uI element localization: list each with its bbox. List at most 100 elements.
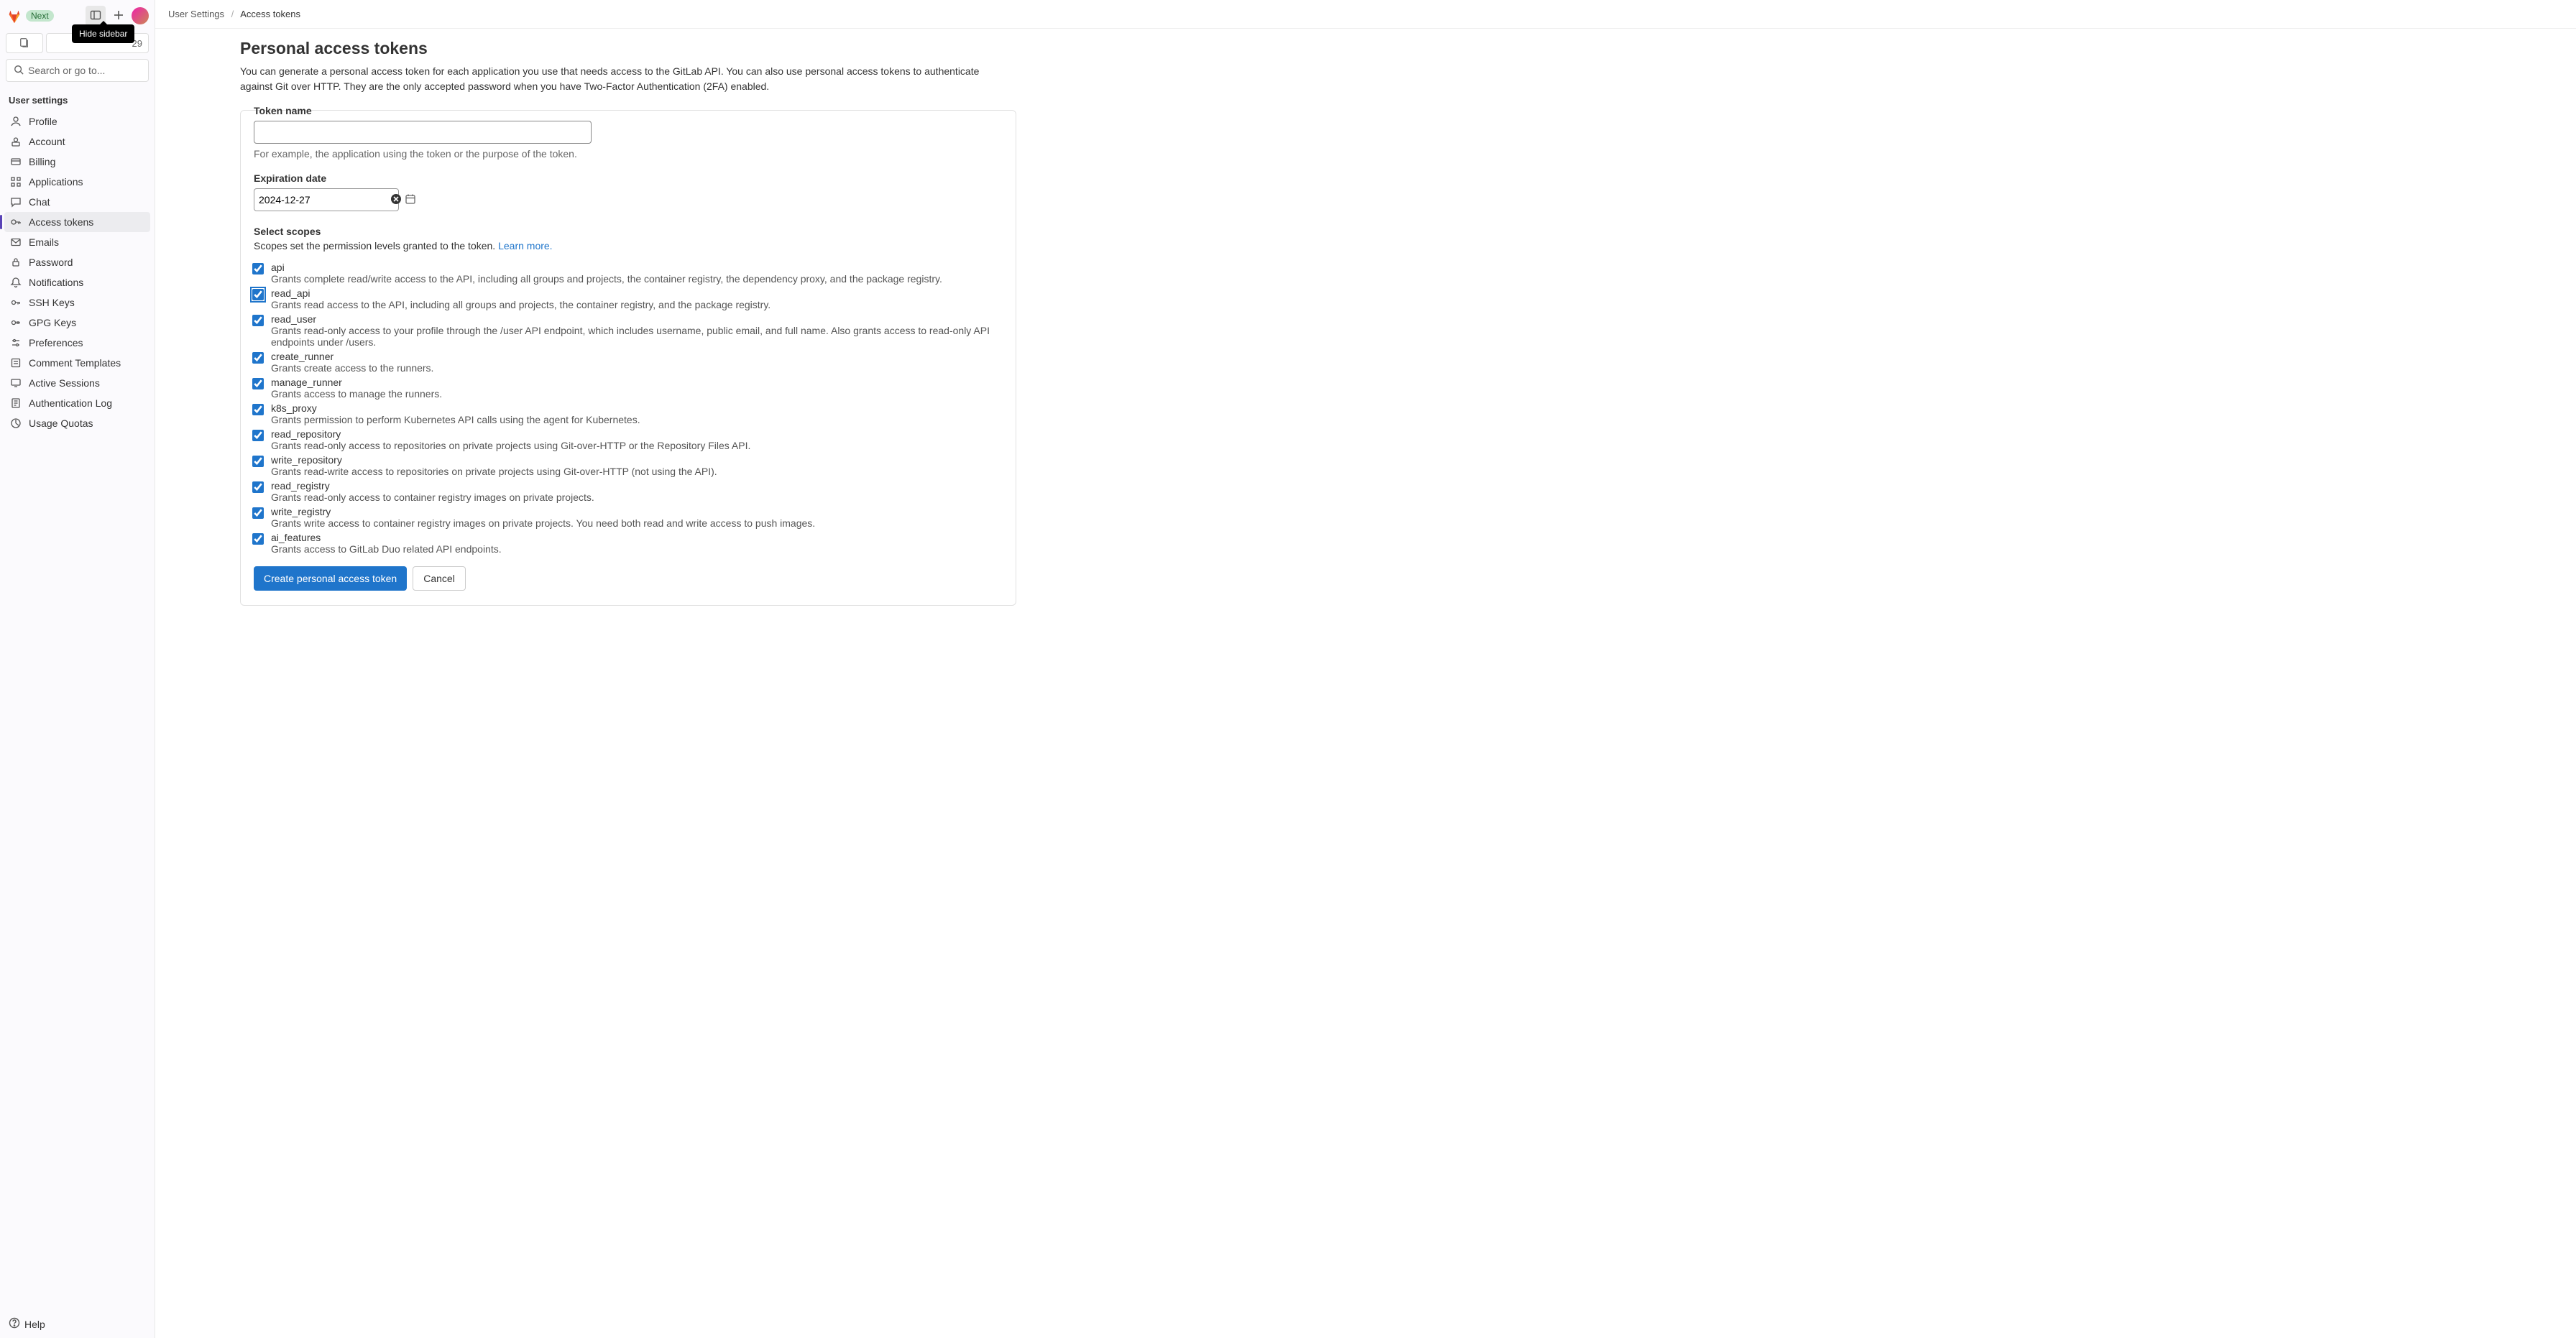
scope-name: k8s_proxy	[271, 402, 1003, 414]
billing-icon	[10, 156, 22, 167]
help-icon	[9, 1317, 20, 1331]
search-button[interactable]: Search or go to...	[6, 59, 149, 82]
sidebar-item-ssh-keys[interactable]: SSH Keys	[4, 292, 150, 313]
page-description: You can generate a personal access token…	[240, 64, 1002, 94]
breadcrumb-separator: /	[231, 9, 234, 19]
scope-name: api	[271, 262, 1003, 273]
sidebar-item-label: Authentication Log	[29, 397, 112, 409]
scope-row-read_user: read_userGrants read-only access to your…	[252, 313, 1003, 348]
sidebar-item-emails[interactable]: Emails	[4, 232, 150, 252]
profile-icon	[10, 116, 22, 127]
sidebar-item-label: GPG Keys	[29, 317, 76, 328]
issues-icon	[19, 37, 29, 50]
new-button[interactable]	[109, 6, 129, 26]
scope-description: Grants write access to container registr…	[271, 517, 1003, 529]
scope-description: Grants read access to the API, including…	[271, 299, 1003, 310]
scope-checkbox-write_repository[interactable]	[252, 456, 264, 467]
scope-checkbox-api[interactable]	[252, 263, 264, 274]
sidebar-item-profile[interactable]: Profile	[4, 111, 150, 132]
sidebar-item-billing[interactable]: Billing	[4, 152, 150, 172]
scope-checkbox-read_api[interactable]	[252, 289, 264, 300]
gpgkeys-icon	[10, 317, 22, 328]
sidebar-item-label: Chat	[29, 196, 50, 208]
issues-shortcut[interactable]	[6, 33, 43, 53]
expiration-date-input[interactable]	[259, 189, 389, 211]
hide-sidebar-tooltip: Hide sidebar	[72, 24, 134, 43]
scope-checkbox-create_runner[interactable]	[252, 352, 264, 364]
sidebar-item-password[interactable]: Password	[4, 252, 150, 272]
scope-description: Grants create access to the runners.	[271, 362, 1003, 374]
sidebar-section-title: User settings	[0, 91, 155, 111]
sidebar-item-applications[interactable]: Applications	[4, 172, 150, 192]
plus-icon	[113, 9, 124, 23]
sidebar-item-label: Profile	[29, 116, 58, 127]
token-icon	[10, 216, 22, 228]
clear-date-button[interactable]	[389, 192, 403, 208]
sidebar-item-label: Password	[29, 257, 73, 268]
breadcrumb-current: Access tokens	[240, 9, 300, 19]
scope-name: read_user	[271, 313, 1003, 325]
expiration-date-wrapper	[254, 188, 399, 211]
scope-description: Grants read-only access to your profile …	[271, 325, 1003, 348]
breadcrumbs: User Settings / Access tokens	[155, 0, 2576, 29]
token-name-input[interactable]	[254, 121, 592, 144]
scope-name: manage_runner	[271, 377, 1003, 388]
scope-description: Grants access to manage the runners.	[271, 388, 1003, 400]
sidebar-item-label: Notifications	[29, 277, 83, 288]
scope-checkbox-read_registry[interactable]	[252, 481, 264, 493]
scope-row-k8s_proxy: k8s_proxyGrants permission to perform Ku…	[252, 402, 1003, 425]
sidebar-item-usage-quotas[interactable]: Usage Quotas	[4, 413, 150, 433]
scope-row-manage_runner: manage_runnerGrants access to manage the…	[252, 377, 1003, 400]
sidebar-item-label: Applications	[29, 176, 83, 188]
user-avatar[interactable]	[132, 7, 149, 24]
scopes-subtext-wrap: Scopes set the permission levels granted…	[254, 240, 1003, 252]
sidebar-item-gpg-keys[interactable]: GPG Keys	[4, 313, 150, 333]
password-icon	[10, 257, 22, 268]
sidebar-item-label: Comment Templates	[29, 357, 121, 369]
notifications-icon	[10, 277, 22, 288]
sidebar-item-notifications[interactable]: Notifications	[4, 272, 150, 292]
help-link[interactable]: Help	[9, 1317, 146, 1331]
scope-description: Grants access to GitLab Duo related API …	[271, 543, 1003, 555]
breadcrumb-parent[interactable]: User Settings	[168, 9, 224, 19]
scope-name: ai_features	[271, 532, 1003, 543]
scope-name: create_runner	[271, 351, 1003, 362]
sidebar-item-label: Preferences	[29, 337, 83, 349]
help-label: Help	[24, 1319, 45, 1330]
gitlab-logo-icon[interactable]	[6, 7, 23, 24]
sidebar-item-active-sessions[interactable]: Active Sessions	[4, 373, 150, 393]
sidebar-item-comment-templates[interactable]: Comment Templates	[4, 353, 150, 373]
scope-name: read_api	[271, 287, 1003, 299]
next-badge: Next	[26, 10, 54, 22]
scope-row-read_repository: read_repositoryGrants read-only access t…	[252, 428, 1003, 451]
scopes-heading: Select scopes	[254, 226, 1003, 237]
scope-row-write_repository: write_repositoryGrants read-write access…	[252, 454, 1003, 477]
scope-checkbox-read_repository[interactable]	[252, 430, 264, 441]
sidebar-item-authentication-log[interactable]: Authentication Log	[4, 393, 150, 413]
sidebar-item-label: Active Sessions	[29, 377, 100, 389]
sidebar-item-account[interactable]: Account	[4, 132, 150, 152]
sidebar-item-label: Account	[29, 136, 65, 147]
sidebar-item-preferences[interactable]: Preferences	[4, 333, 150, 353]
scope-list: apiGrants complete read/write access to …	[252, 262, 1003, 555]
scope-checkbox-write_registry[interactable]	[252, 507, 264, 519]
cancel-button[interactable]: Cancel	[413, 566, 466, 591]
scope-checkbox-manage_runner[interactable]	[252, 378, 264, 389]
calendar-icon	[405, 193, 416, 207]
scope-row-ai_features: ai_featuresGrants access to GitLab Duo r…	[252, 532, 1003, 555]
scope-checkbox-ai_features[interactable]	[252, 533, 264, 545]
token-name-help: For example, the application using the t…	[254, 148, 1003, 160]
scope-checkbox-read_user[interactable]	[252, 315, 264, 326]
authlog-icon	[10, 397, 22, 409]
scope-name: read_registry	[271, 480, 1003, 492]
sidebar-item-chat[interactable]: Chat	[4, 192, 150, 212]
emails-icon	[10, 236, 22, 248]
scope-row-read_registry: read_registryGrants read-only access to …	[252, 480, 1003, 503]
scope-name: read_repository	[271, 428, 1003, 440]
token-form-card: Token name For example, the application …	[240, 110, 1016, 606]
scope-checkbox-k8s_proxy[interactable]	[252, 404, 264, 415]
learn-more-link[interactable]: Learn more.	[498, 240, 552, 252]
open-calendar-button[interactable]	[403, 192, 418, 208]
create-token-button[interactable]: Create personal access token	[254, 566, 407, 591]
sidebar-item-access-tokens[interactable]: Access tokens	[4, 212, 150, 232]
